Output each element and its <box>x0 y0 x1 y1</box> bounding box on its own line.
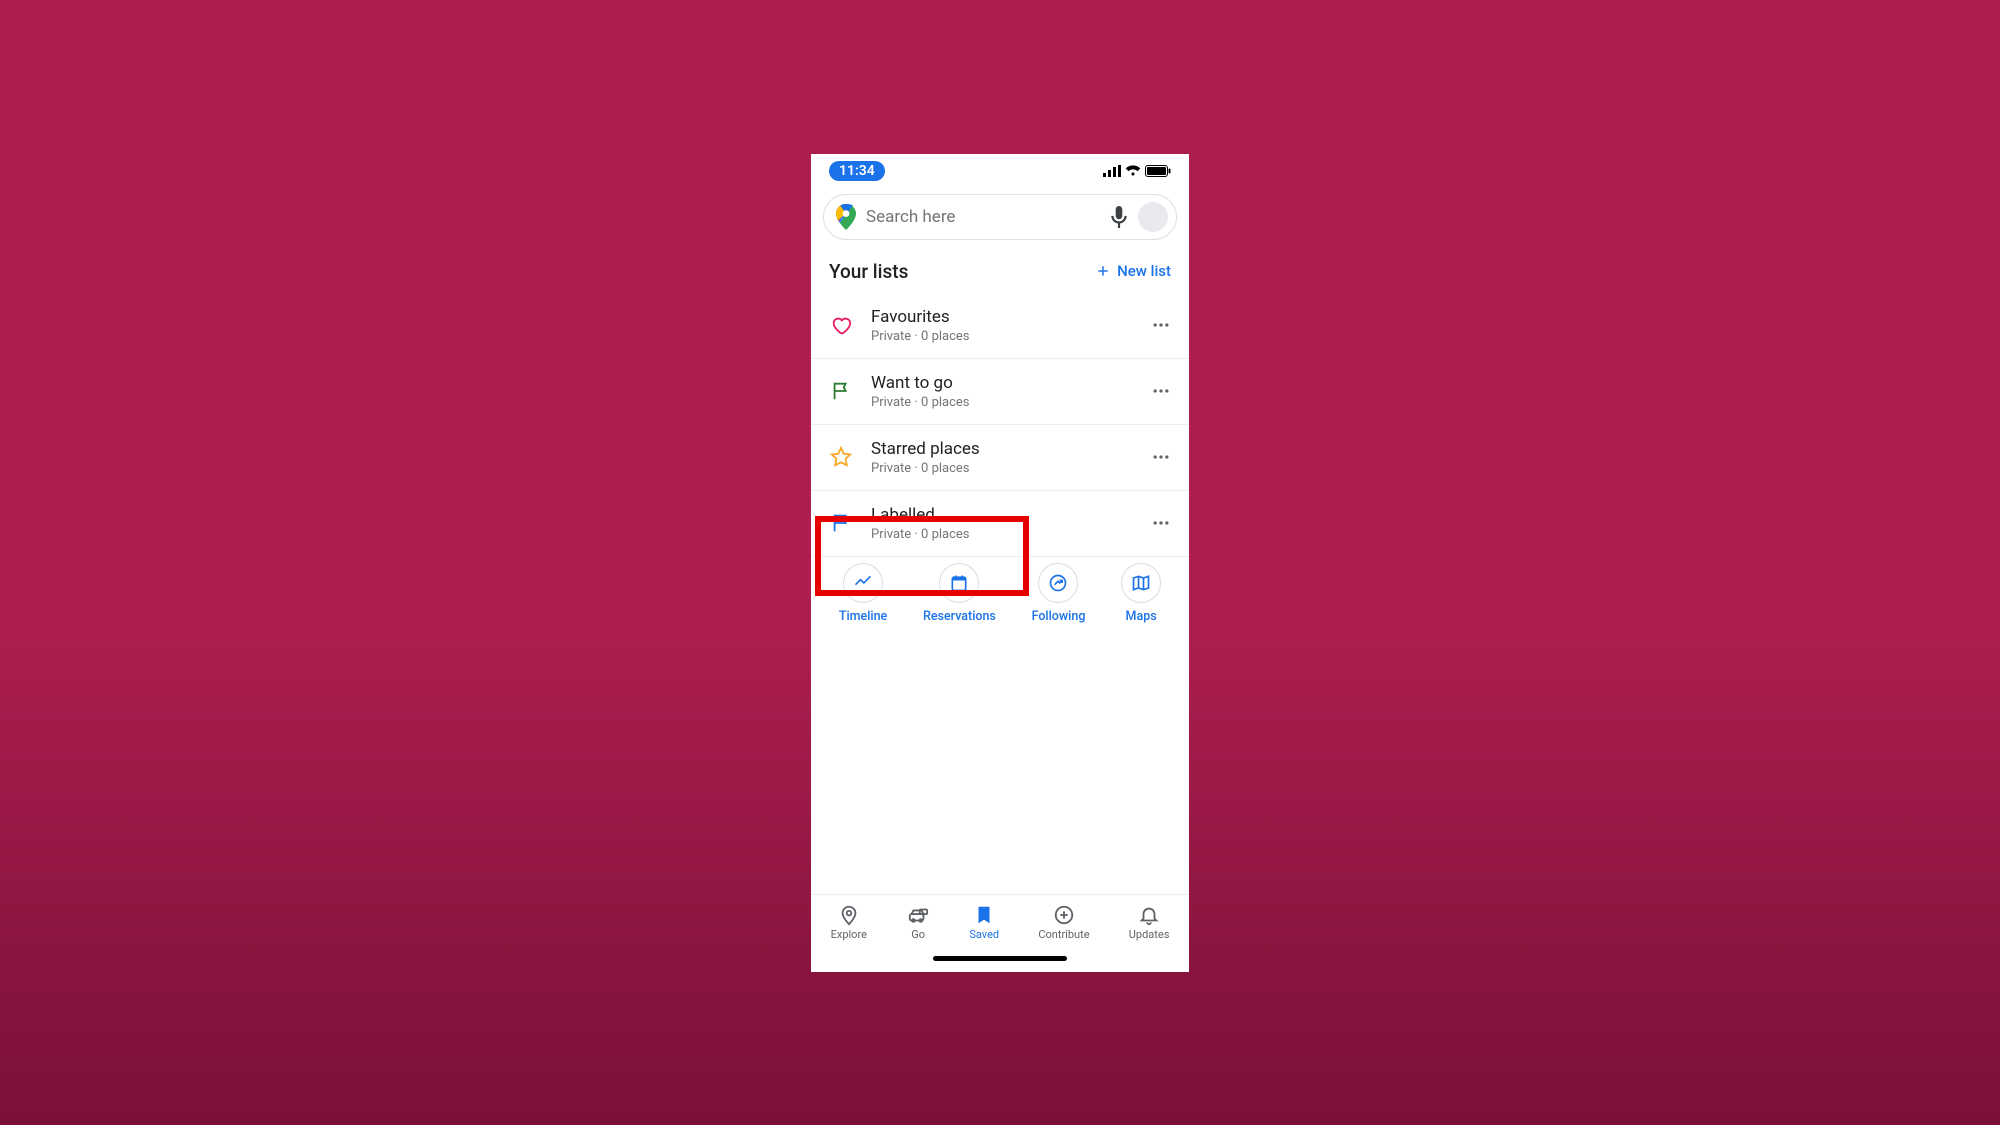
list-row-want-to-go[interactable]: Want to go Private · 0 places <box>811 359 1189 425</box>
search-wrap <box>811 188 1189 244</box>
row-sub: Private · 0 places <box>871 395 1133 410</box>
more-icon[interactable] <box>1151 315 1171 335</box>
row-sub: Private · 0 places <box>871 329 1133 344</box>
wifi-icon <box>1125 165 1141 177</box>
nav-go[interactable]: Go <box>906 904 930 941</box>
row-title: Starred places <box>871 439 1133 459</box>
quick-label: Timeline <box>839 609 887 624</box>
new-list-label: New list <box>1117 262 1171 280</box>
row-sub: Private · 0 places <box>871 461 1133 476</box>
row-title: Labelled <box>871 505 1133 525</box>
phone-frame: 11:34 Your lists New list <box>811 154 1189 972</box>
quick-label: Maps <box>1126 609 1157 624</box>
more-icon[interactable] <box>1151 447 1171 467</box>
search-bar[interactable] <box>823 194 1177 240</box>
quick-reservations[interactable]: Reservations <box>923 563 996 624</box>
list-row-starred[interactable]: Starred places Private · 0 places <box>811 425 1189 491</box>
quick-label: Reservations <box>923 609 996 624</box>
bookmark-icon <box>973 904 995 926</box>
following-icon <box>1048 573 1068 593</box>
list-row-favourites[interactable]: Favourites Private · 0 places <box>811 293 1189 359</box>
row-sub: Private · 0 places <box>871 527 1133 542</box>
status-icons <box>1103 165 1171 177</box>
battery-icon <box>1145 165 1171 177</box>
timeline-icon <box>853 573 873 593</box>
bell-icon <box>1138 904 1160 926</box>
nav-label: Contribute <box>1038 928 1089 941</box>
row-text: Labelled Private · 0 places <box>871 505 1133 542</box>
home-indicator <box>811 950 1189 972</box>
nav-updates[interactable]: Updates <box>1129 904 1170 941</box>
nav-saved[interactable]: Saved <box>969 904 999 941</box>
heart-icon <box>829 314 853 336</box>
status-bar: 11:34 <box>811 154 1189 188</box>
list-container: Favourites Private · 0 places Want to go… <box>811 293 1189 894</box>
map-icon <box>1131 573 1151 593</box>
plus-circle-icon <box>1053 904 1075 926</box>
row-title: Favourites <box>871 307 1133 327</box>
more-icon[interactable] <box>1151 381 1171 401</box>
car-icon <box>906 904 930 926</box>
nav-label: Saved <box>969 928 999 941</box>
pin-icon <box>838 904 860 926</box>
row-text: Favourites Private · 0 places <box>871 307 1133 344</box>
more-icon[interactable] <box>1151 513 1171 533</box>
flag-icon <box>829 380 853 402</box>
plus-icon <box>1095 263 1111 279</box>
section-header: Your lists New list <box>811 244 1189 293</box>
bottom-nav: Explore Go Saved Contribute Updates <box>811 894 1189 950</box>
flag-icon <box>829 512 853 534</box>
nav-contribute[interactable]: Contribute <box>1038 904 1089 941</box>
quick-label: Following <box>1032 609 1086 624</box>
cellular-icon <box>1103 165 1121 177</box>
new-list-button[interactable]: New list <box>1095 262 1171 280</box>
nav-label: Updates <box>1129 928 1170 941</box>
row-text: Want to go Private · 0 places <box>871 373 1133 410</box>
quick-following[interactable]: Following <box>1032 563 1086 624</box>
section-title: Your lists <box>829 260 908 283</box>
list-row-labelled[interactable]: Labelled Private · 0 places <box>811 491 1189 557</box>
search-input[interactable] <box>866 207 1100 227</box>
quick-timeline[interactable]: Timeline <box>839 563 887 624</box>
quick-maps[interactable]: Maps <box>1121 563 1161 624</box>
status-time: 11:34 <box>829 161 885 181</box>
nav-explore[interactable]: Explore <box>831 904 867 941</box>
avatar[interactable] <box>1138 202 1168 232</box>
mic-icon[interactable] <box>1110 206 1128 228</box>
row-title: Want to go <box>871 373 1133 393</box>
maps-logo-icon <box>836 204 856 230</box>
nav-label: Explore <box>831 928 867 941</box>
star-icon <box>829 446 853 468</box>
nav-label: Go <box>911 928 925 941</box>
quick-actions: Timeline Reservations Following Maps <box>811 557 1189 624</box>
row-text: Starred places Private · 0 places <box>871 439 1133 476</box>
calendar-icon <box>949 573 969 593</box>
